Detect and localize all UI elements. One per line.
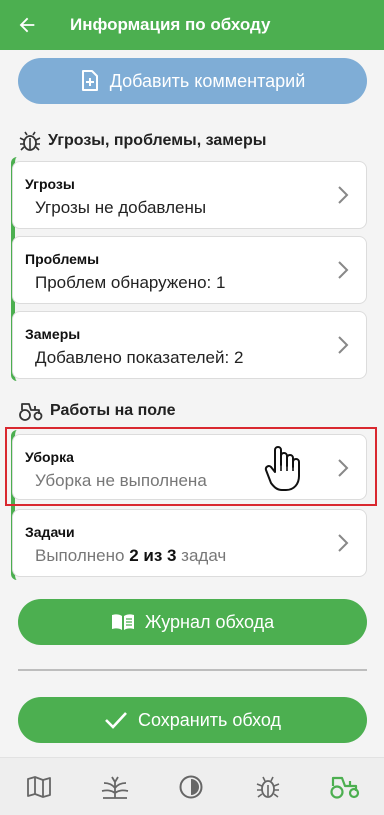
- check-icon: [104, 710, 128, 730]
- tasks-count: 2 из 3: [129, 546, 177, 565]
- journal-button[interactable]: Журнал обхода: [18, 599, 367, 645]
- tasks-prefix: Выполнено: [35, 546, 130, 565]
- tractor-icon: [330, 776, 360, 799]
- nav-phase[interactable]: [175, 772, 207, 802]
- bug-icon: [18, 130, 42, 152]
- bottom-nav: !: [0, 757, 384, 815]
- add-comment-button[interactable]: Добавить комментарий: [18, 58, 367, 104]
- nav-map[interactable]: [23, 772, 55, 802]
- crop-icon: [101, 776, 129, 799]
- highlight-frame: [5, 427, 377, 506]
- chevron-right-icon: [338, 534, 349, 552]
- nav-works[interactable]: [327, 772, 363, 802]
- card-value: Угрозы не добавлены: [35, 198, 207, 217]
- card-label: Угрозы: [25, 176, 75, 192]
- tasks-card[interactable]: Задачи Выполнено 2 из 3 задач: [12, 509, 367, 577]
- chevron-right-icon: [338, 336, 349, 354]
- back-arrow-icon: [19, 17, 35, 33]
- section-threats-title: Угрозы, проблемы, замеры: [48, 132, 267, 149]
- chevron-right-icon: [338, 261, 349, 279]
- app-bar: Информация по обходу: [0, 0, 384, 50]
- section-threats-header: Угрозы, проблемы, замеры: [18, 130, 266, 152]
- card-value: Проблем обнаружено: 1: [35, 273, 226, 292]
- nav-crop[interactable]: [99, 772, 131, 802]
- save-button[interactable]: Сохранить обход: [18, 697, 367, 743]
- add-document-icon: [80, 70, 100, 92]
- add-comment-label: Добавить комментарий: [109, 70, 306, 91]
- svg-text:!: !: [267, 790, 269, 796]
- card-value: Добавлено показателей: 2: [35, 348, 244, 367]
- card-label: Замеры: [25, 326, 81, 342]
- nav-bugs[interactable]: !: [252, 772, 284, 802]
- card-label: Задачи: [25, 524, 75, 540]
- pointer-hand-icon: [261, 444, 305, 499]
- tasks-status: Выполнено 2 из 3 задач: [35, 546, 226, 566]
- threats-card[interactable]: Угрозы Угрозы не добавлены: [12, 161, 367, 229]
- card-label: Проблемы: [25, 251, 100, 267]
- journal-label: Журнал обхода: [144, 611, 275, 632]
- section-works-header: Работы на поле: [18, 401, 175, 421]
- measurements-card[interactable]: Замеры Добавлено показателей: 2: [12, 311, 367, 379]
- phase-icon: [179, 775, 203, 799]
- section-works-title: Работы на поле: [50, 402, 176, 419]
- chevron-right-icon: [338, 186, 349, 204]
- back-button[interactable]: [0, 0, 54, 50]
- divider: [18, 669, 367, 671]
- page-title: Информация по обходу: [70, 15, 271, 34]
- bug-icon: !: [256, 776, 280, 798]
- map-icon: [27, 776, 51, 798]
- problems-card[interactable]: Проблемы Проблем обнаружено: 1: [12, 236, 367, 304]
- tasks-suffix: задач: [176, 546, 227, 565]
- book-icon: [111, 613, 135, 631]
- save-label: Сохранить обход: [137, 709, 282, 730]
- tractor-icon: [18, 401, 44, 421]
